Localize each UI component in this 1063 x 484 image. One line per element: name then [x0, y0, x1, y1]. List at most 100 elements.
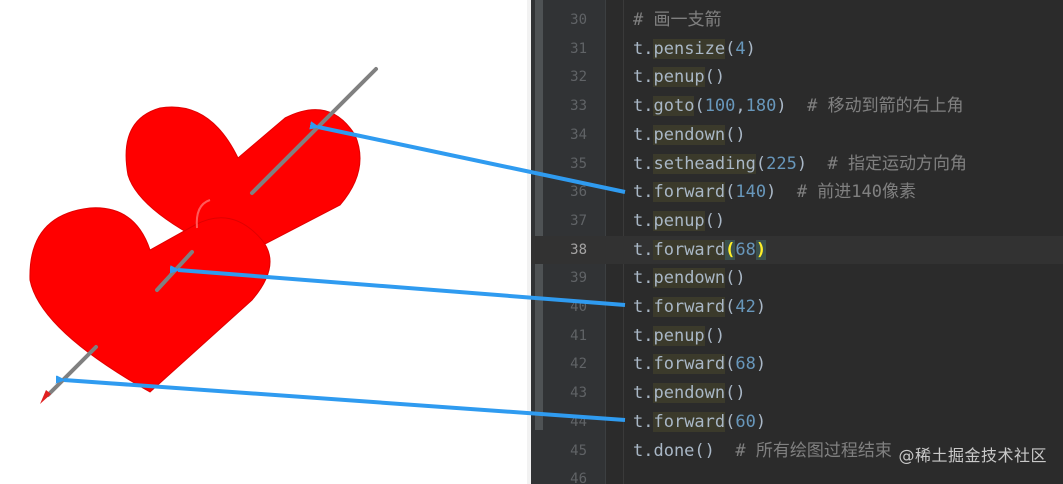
code-line[interactable]: 41 t.penup()	[531, 322, 1063, 351]
code-token: forward	[653, 297, 726, 317]
line-number: 45	[570, 442, 587, 459]
code-token: t.	[633, 67, 654, 88]
code-text[interactable]: # 画一支箭	[633, 6, 721, 35]
code-line[interactable]: 44 t.forward(60)	[531, 408, 1063, 437]
turtle-drawing	[29, 67, 378, 404]
code-token: ()	[725, 383, 746, 404]
code-token: (	[725, 38, 736, 59]
code-line[interactable]: 39 t.pendown()	[531, 264, 1063, 293]
code-line[interactable]: 34 t.pendown()	[531, 121, 1063, 150]
code-token: pendown	[653, 268, 726, 289]
code-token: ()	[725, 124, 746, 145]
code-line[interactable]: 46	[531, 465, 1063, 484]
code-token: ()	[725, 268, 746, 289]
heart-lower	[29, 207, 271, 393]
code-token: )	[755, 297, 767, 317]
code-text[interactable]: t.forward(140) # 前进140像素	[633, 178, 916, 207]
code-number: 225	[766, 153, 797, 174]
code-editor[interactable]: 30 # 画一支箭 31 t.pensize(4) 32 t.penup() 33 t.got…	[531, 0, 1063, 484]
code-line[interactable]: 33 t.goto(100,180) # 移动到箭的右上角	[531, 92, 1063, 121]
line-number: 41	[570, 327, 587, 344]
code-text[interactable]: t.goto(100,180) # 移动到箭的右上角	[633, 92, 964, 121]
code-text[interactable]: t.done() # 所有绘图过程结束	[633, 437, 892, 466]
code-comment: # 前进140像素	[796, 182, 917, 203]
line-number: 30	[570, 12, 587, 28]
turtle-canvas	[0, 0, 527, 484]
line-number: 40	[570, 299, 587, 315]
code-token: setheading	[653, 153, 756, 174]
code-line[interactable]: 35 t.setheading(225) # 指定运动方向角	[531, 150, 1063, 179]
code-text[interactable]: t.pendown()	[633, 264, 746, 293]
code-token: (	[725, 182, 736, 203]
line-number: 31	[570, 40, 587, 57]
arrow-shaft-bottom	[46, 345, 98, 397]
code-token: )	[766, 182, 797, 203]
code-text[interactable]: t.forward(60)	[633, 408, 766, 437]
line-number: 34	[570, 126, 587, 143]
code-token: t.	[633, 153, 654, 174]
code-token: forward	[653, 354, 726, 375]
code-number: 60	[735, 411, 756, 432]
code-token: t.	[633, 38, 654, 59]
code-text[interactable]: t.penup()	[633, 207, 725, 236]
code-comment: # 画一支箭	[633, 10, 722, 30]
code-token: t.	[633, 210, 654, 231]
code-line[interactable]: 38 t.forward(68)	[531, 235, 1063, 265]
code-text[interactable]: t.penup()	[633, 63, 725, 92]
line-number: 39	[570, 270, 587, 287]
code-token: )	[755, 354, 767, 375]
code-token: forward	[653, 182, 726, 203]
code-token: forward	[653, 239, 726, 260]
code-number: 68	[735, 354, 756, 375]
code-token: t.	[633, 411, 654, 432]
code-token: t.	[633, 239, 654, 260]
code-token: )	[776, 96, 808, 117]
code-line[interactable]: 32 t.penup()	[531, 63, 1063, 92]
code-token: )	[745, 38, 756, 59]
code-line[interactable]: 43 t.pendown()	[531, 379, 1063, 408]
code-token: )	[755, 411, 767, 432]
code-token: pendown	[653, 124, 726, 145]
code-text[interactable]: t.setheading(225) # 指定运动方向角	[633, 150, 967, 179]
code-token: (	[725, 354, 736, 375]
code-token: (	[755, 153, 767, 174]
code-line[interactable]: 42 t.forward(68)	[531, 350, 1063, 379]
line-number: 33	[570, 98, 587, 115]
code-text[interactable]: t.pendown()	[633, 121, 746, 150]
code-text[interactable]: t.pendown()	[633, 379, 746, 408]
code-token: (	[725, 411, 736, 432]
code-comment: # 所有绘图过程结束	[735, 440, 892, 461]
code-number: 180	[745, 96, 777, 117]
code-token: t.done()	[633, 440, 736, 461]
watermark: @稀土掘金技术社区	[898, 446, 1047, 465]
code-token: t.	[633, 268, 654, 289]
code-line[interactable]: 36 t.forward(140) # 前进140像素	[531, 178, 1063, 207]
line-number: 43	[570, 385, 587, 402]
line-number: 36	[570, 184, 587, 201]
line-number: 35	[570, 155, 587, 172]
code-text[interactable]: t.penup()	[633, 322, 725, 351]
code-line[interactable]: 37 t.penup()	[531, 207, 1063, 236]
code-text[interactable]: t.pensize(4)	[633, 35, 756, 64]
code-text[interactable]: t.forward(68)	[633, 350, 766, 379]
line-number: 46	[570, 471, 587, 484]
code-number: 42	[735, 297, 756, 317]
code-line[interactable]: 31 t.pensize(4)	[531, 35, 1063, 64]
line-number: 32	[570, 69, 587, 86]
code-token: forward	[653, 411, 726, 432]
code-text[interactable]: t.forward(42)	[633, 293, 766, 322]
code-token: pensize	[653, 38, 726, 59]
code-token: goto	[653, 96, 695, 117]
code-token: ,	[735, 96, 746, 117]
code-token: pendown	[653, 383, 726, 404]
code-token: t.	[633, 325, 654, 346]
code-number: 140	[735, 182, 767, 203]
code-token: (	[725, 297, 736, 317]
line-number: 44	[570, 413, 587, 430]
code-line[interactable]: 30 # 画一支箭	[531, 6, 1063, 35]
code-number: 4	[735, 38, 746, 59]
code-text[interactable]: t.forward(68)	[633, 236, 767, 265]
code-token: t.	[633, 383, 654, 404]
code-line[interactable]: 40 t.forward(42)	[531, 293, 1063, 322]
code-comment: # 移动到箭的右上角	[807, 96, 964, 117]
